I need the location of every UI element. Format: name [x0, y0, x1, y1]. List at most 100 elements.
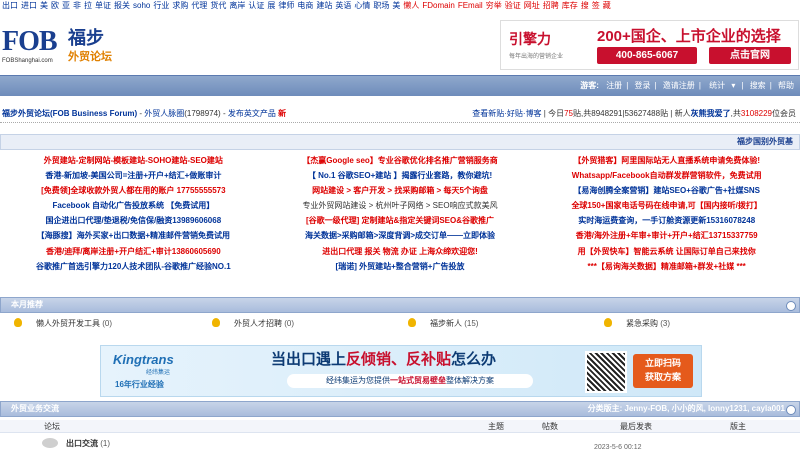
category-moderators: 分类版主: Jenny-FOB, 小小的风, lonny1231, cayla0… — [587, 404, 785, 413]
breadcrumb-sep: - — [220, 109, 228, 118]
recommend-item[interactable]: 福步新人 (15) — [408, 318, 478, 329]
top-link[interactable]: 美 — [392, 1, 400, 10]
top-link[interactable]: 代理 — [191, 1, 207, 10]
text-ad-link[interactable]: 谷歌推广首选引擎力120人技术团队-谷歌推广经验NO.1 — [0, 259, 267, 274]
text-ad-link[interactable]: 【易海创腾全案营销】建站SEO+谷歌广告+社媒SNS — [533, 183, 800, 198]
nav-help[interactable]: 帮助 — [778, 81, 794, 90]
text-ad-link[interactable]: [谷歌一级代理] 定制建站&指定关键词SEO&谷歌推广 — [267, 213, 534, 228]
ad-cta-button[interactable]: 点击官网 — [709, 47, 791, 64]
recommend-item[interactable]: 外贸人才招聘 (0) — [212, 318, 294, 329]
text-ad-link[interactable]: 香港/海外注册+年审+审计+开户+结汇13715337759 — [533, 228, 800, 243]
collapse-toggle-icon[interactable] — [786, 301, 796, 311]
top-link[interactable]: 单证 — [95, 1, 111, 10]
kingtrans-banner-ad[interactable]: Kingtrans 经纬集运 16年行业经验 当出口遇上反倾销、反补贴怎么办 经… — [100, 345, 702, 397]
breadcrumb-publish[interactable]: 发布英文产品 — [228, 109, 276, 118]
top-link[interactable]: 展 — [267, 1, 275, 10]
country-strip: 福步国别外贸基 — [0, 134, 800, 150]
top-link[interactable]: 心情 — [354, 1, 370, 10]
top-link[interactable]: 英语 — [335, 1, 351, 10]
top-link-highlight[interactable]: 验证 — [505, 1, 521, 10]
top-link[interactable]: 进口 — [21, 1, 37, 10]
top-link[interactable]: 电商 — [297, 1, 313, 10]
top-link-highlight[interactable]: 穷举 — [486, 1, 502, 10]
recommend-list: 懒人外贸开发工具 (0) 外贸人才招聘 (0) 福步新人 (15) 紧急采购 (… — [0, 314, 800, 334]
category-title[interactable]: 外贸业务交流 — [11, 402, 59, 416]
text-ad-link[interactable]: Whatsapp/Facebook自动群发群营销软件，免费试用 — [533, 168, 800, 183]
chevron-down-icon: ▾ — [731, 81, 736, 90]
top-link[interactable]: 律师 — [278, 1, 294, 10]
ad-phone[interactable]: 400-865-6067 — [597, 47, 697, 64]
text-ad-link[interactable]: 实时海运费查询，一手订舱资源更新15316078248 — [533, 213, 800, 228]
text-ad-link[interactable]: 香港-新加坡-美国公司=注册+开户+结汇+做账审计 — [0, 168, 267, 183]
top-link[interactable]: 欧 — [51, 1, 59, 10]
top-link[interactable]: 求购 — [172, 1, 188, 10]
header-ad-banner[interactable]: 引擎力 每年出海的营销企业 200+国企、上市企业的选择 400-865-606… — [500, 20, 799, 70]
forum-row[interactable]: 出口交流 (1) 2023-5-6 00:12 — [0, 434, 800, 451]
text-ad-link[interactable]: 香港/迪拜/离岸注册+开户结汇+审计13860605690 — [0, 244, 267, 259]
text-ad-link[interactable]: 【杰赢Google seo】专业谷歌优化排名推广营销服务商 — [267, 153, 534, 168]
top-link-highlight[interactable]: FDomain — [422, 1, 454, 10]
top-link[interactable]: 非 — [73, 1, 81, 10]
text-ad-link[interactable]: 专业外贸网站建设 > 杭州叶子网络 > SEO响应式款美风 — [267, 198, 534, 213]
top-link-highlight[interactable]: 网址 — [524, 1, 540, 10]
text-ad-link[interactable]: 全球150+国家电话号码在线申请,可【国内接听/拨打】 — [533, 198, 800, 213]
banner-scan-button[interactable]: 立即扫码 获取方案 — [633, 354, 693, 388]
recommend-item[interactable]: 紧急采购 (3) — [604, 318, 670, 329]
top-link[interactable]: 亚 — [62, 1, 70, 10]
top-link-highlight[interactable]: 懒人 — [403, 1, 419, 10]
top-link-highlight[interactable]: 招聘 — [543, 1, 559, 10]
stats-links[interactable]: 查看新贴·好贴·博客 — [472, 109, 541, 118]
top-link[interactable]: 拉 — [84, 1, 92, 10]
top-link-highlight[interactable]: 库存 — [562, 1, 578, 10]
stats-newuser[interactable]: 灰熊我爱了 — [691, 109, 731, 118]
text-ad-link[interactable]: 【 No.1 谷歌SEO+建站 】揭露行业套路，教你避坑! — [267, 168, 534, 183]
text-ad-link[interactable]: 网站建设 > 客户开发 > 找采购邮箱 > 每天5个询盘 — [267, 183, 534, 198]
recommend-item[interactable]: 懒人外贸开发工具 (0) — [14, 318, 112, 329]
separator: | — [626, 81, 629, 90]
stats-member-prefix: ,共 — [730, 109, 741, 118]
nav-search[interactable]: 搜索 — [750, 81, 766, 90]
collapse-toggle-icon[interactable] — [786, 405, 796, 415]
top-link[interactable]: 货代 — [210, 1, 226, 10]
text-ad-link[interactable]: 用【外贸快车】智能云系统 让国际订单自己来找你 — [533, 244, 800, 259]
top-link-highlight[interactable]: FEmail — [458, 1, 483, 10]
nav-login[interactable]: 登录 — [635, 81, 651, 90]
text-ad-link[interactable]: 海关数据>采购邮箱>深度背调>成交订单——立即体验 — [267, 228, 534, 243]
top-link[interactable]: 认证 — [248, 1, 264, 10]
stats-today-unit: 贴,共 — [573, 109, 592, 118]
top-link[interactable]: 出口 — [2, 1, 18, 10]
top-link[interactable]: 建站 — [316, 1, 332, 10]
text-ad-link[interactable]: 【外贸猎客】阿里国际站无人直播系统申请免费体验! — [533, 153, 800, 168]
top-link[interactable]: 行业 — [153, 1, 169, 10]
text-ad-link[interactable]: 国企进出口代理/垫退税/免信保/融资13989606068 — [0, 213, 267, 228]
top-link[interactable]: 报关 — [114, 1, 130, 10]
banner-sub-post: 整体解决方案 — [446, 376, 494, 385]
banner-headline-hl: 反倾销、反补贴 — [346, 351, 452, 368]
breadcrumb-circle[interactable]: 外贸人脉圈 — [144, 109, 184, 118]
forum-row-name[interactable]: 出口交流 (1) — [66, 438, 110, 449]
country-strip-title[interactable]: 福步国别外贸基 — [737, 135, 793, 149]
text-ad-link[interactable]: 进出口代理 报关 物流 办证 上海众缔欢迎您! — [267, 244, 534, 259]
text-ad-link[interactable]: [瑞诺] 外贸建站+整合营销+广告投放 — [267, 259, 534, 274]
top-link[interactable]: 离岸 — [229, 1, 245, 10]
ad-brand-sub: 每年出海的营销企业 — [509, 54, 564, 60]
nav-stats-label: 统计 — [709, 81, 726, 90]
top-link-highlight[interactable]: 搜 — [581, 1, 589, 10]
top-link[interactable]: 美 — [40, 1, 48, 10]
fob-logo[interactable]: FOB 福步 外贸论坛 FOBShanghai.com — [2, 18, 122, 68]
text-ad-link[interactable]: ***【易询海关数据】精准邮箱+群发+社媒 *** — [533, 259, 800, 274]
nav-stats[interactable]: 统计 ▾ — [707, 81, 737, 90]
text-ad-link[interactable]: 【海豚搜】海外买家+出口数据+精准邮件营销免费试用 — [0, 228, 267, 243]
nav-invite[interactable]: 邀请注册 — [663, 81, 695, 90]
text-ad-link[interactable]: Facebook 自动化广告投放系统 【免费试用】 — [0, 198, 267, 213]
text-ad-link[interactable]: [免费领]全球收款外贸人都在用的账户 17755555573 — [0, 183, 267, 198]
top-link-highlight[interactable]: 签 — [592, 1, 600, 10]
top-link[interactable]: 职场 — [373, 1, 389, 10]
top-link-highlight[interactable]: 藏 — [603, 1, 611, 10]
top-link[interactable]: soho — [133, 1, 150, 10]
text-ad-link[interactable]: 外贸建站-定制网站-模板建站-SOHO建站-SEO建站 — [0, 153, 267, 168]
breadcrumb-site[interactable]: 福步外贸论坛(FOB Business Forum) — [2, 109, 137, 118]
nav-register[interactable]: 注册 — [606, 81, 622, 90]
recommend-item-name: 懒人外贸开发工具 — [36, 319, 100, 328]
text-ad-row: 【海豚搜】海外买家+出口数据+精准邮件营销免费试用 海关数据>采购邮箱>深度背调>… — [0, 228, 800, 243]
